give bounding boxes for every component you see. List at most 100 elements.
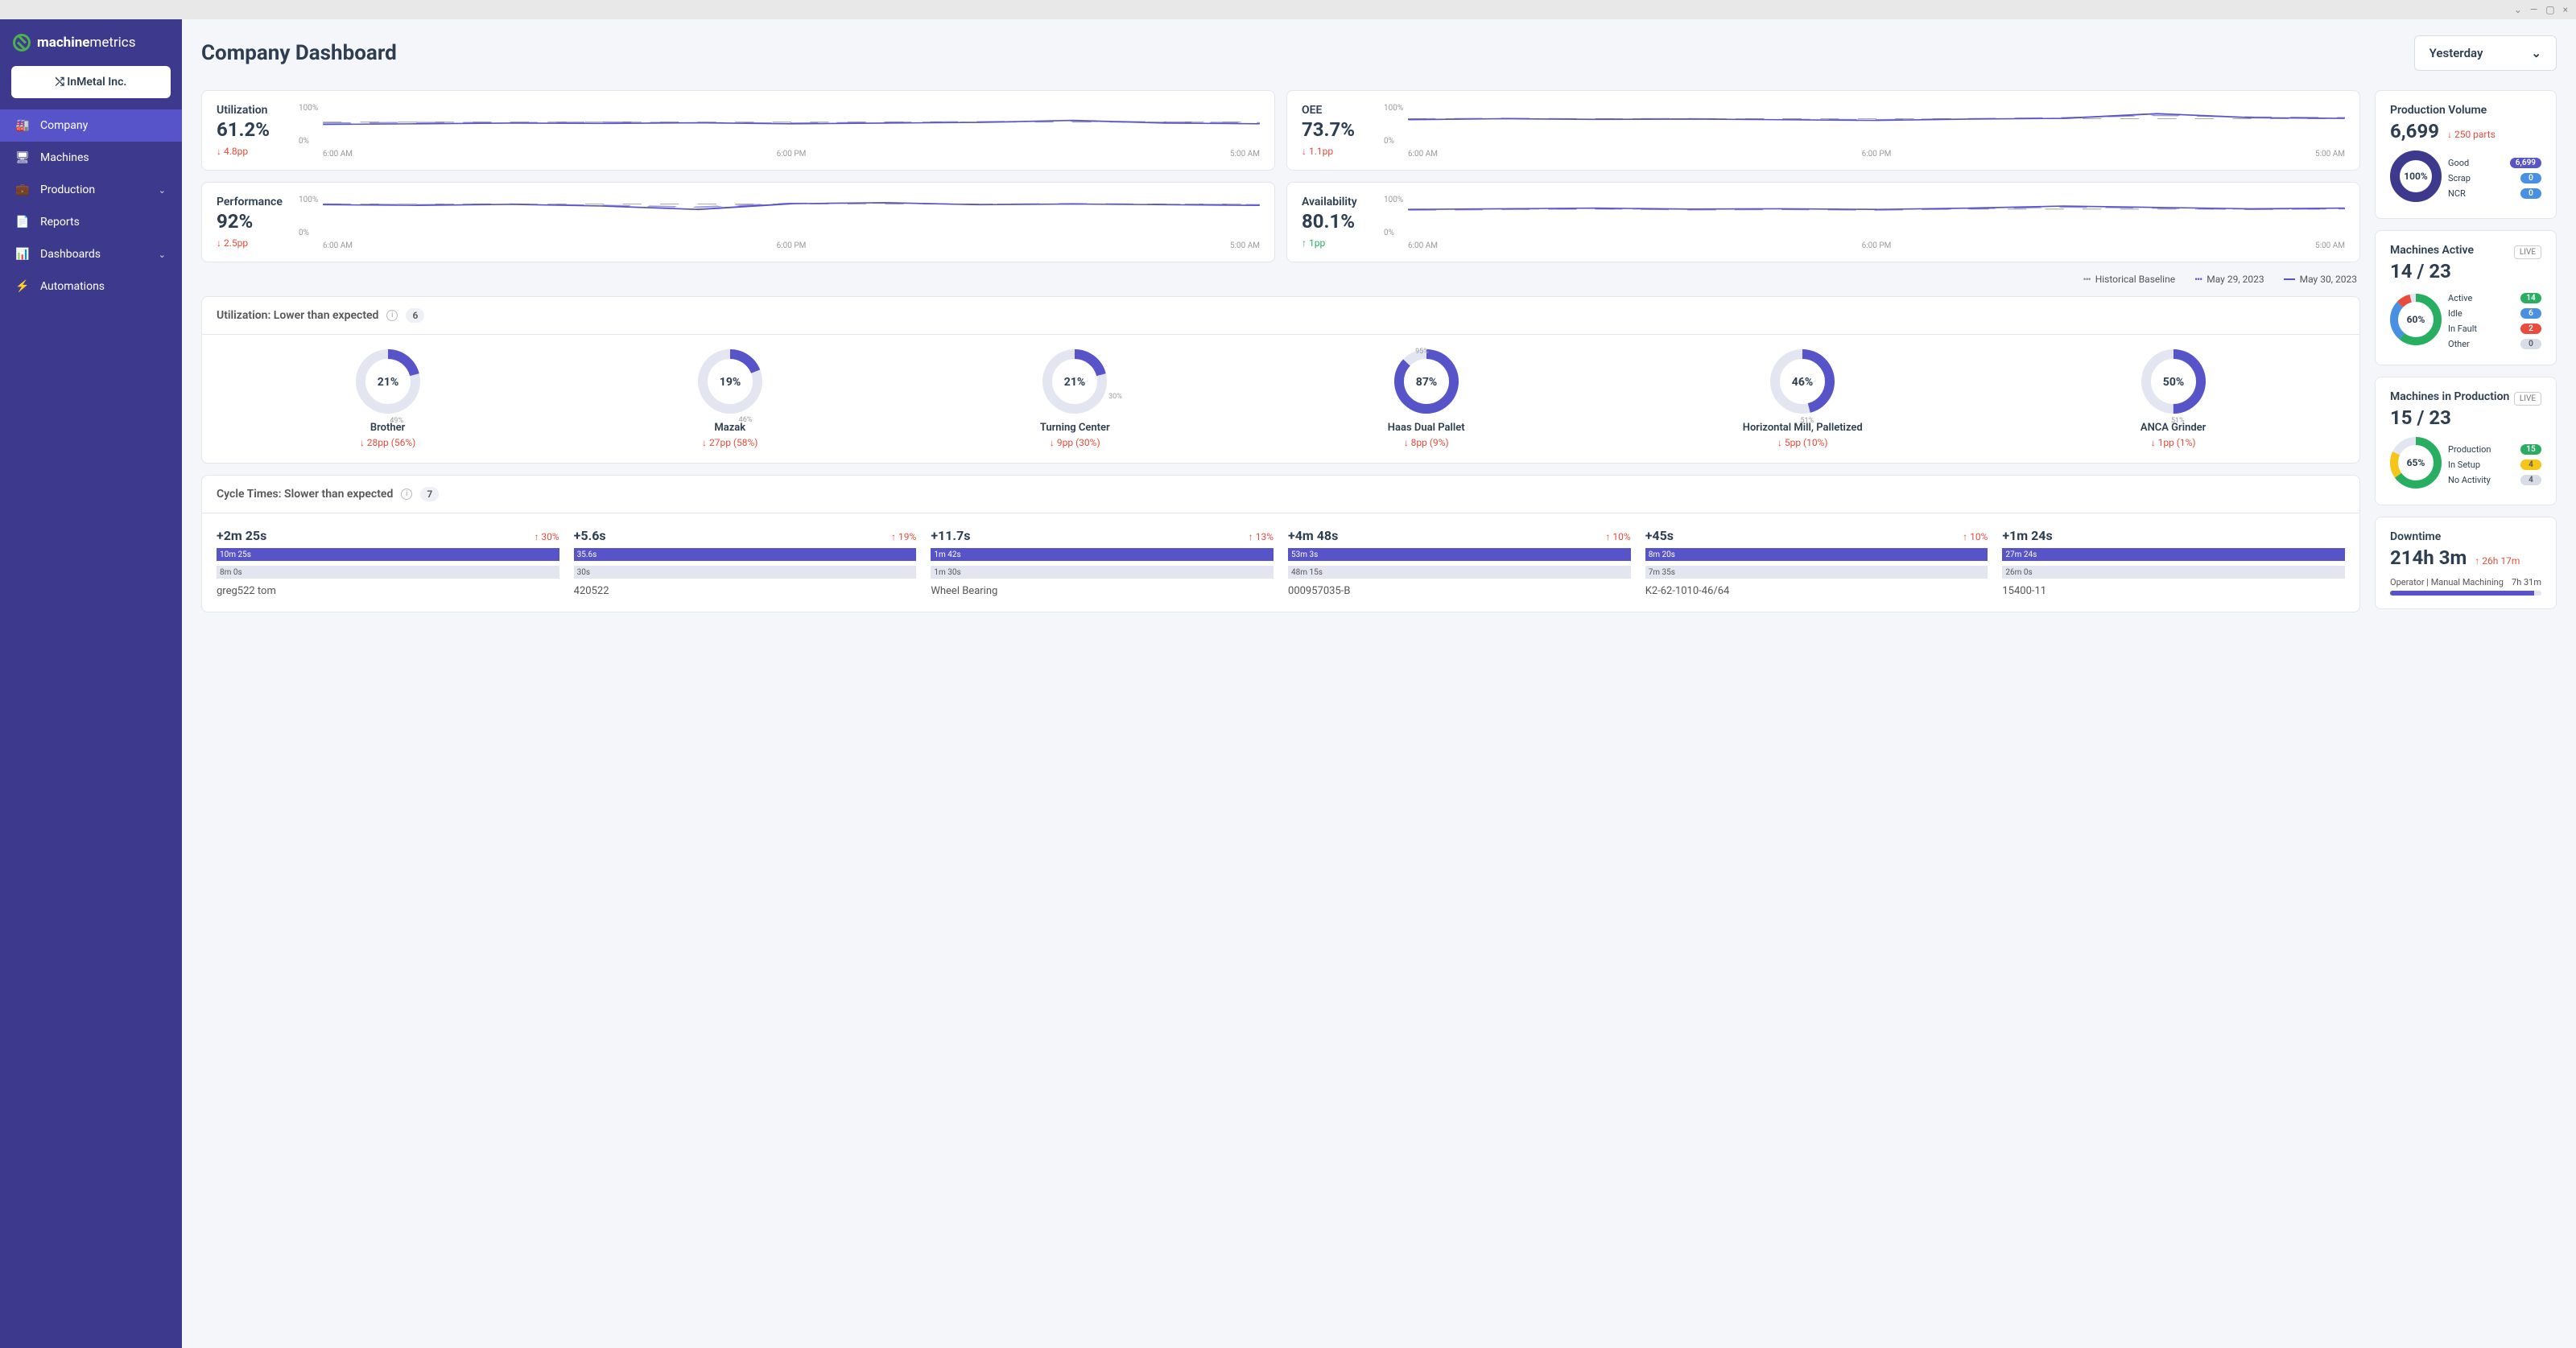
company-selector-button[interactable]: ⤭ InMetal Inc. — [11, 66, 171, 98]
bars-icon: 📊 — [16, 248, 29, 261]
cycle-delta-pct: ↑ 19% — [891, 531, 916, 542]
production-volume-card[interactable]: Production Volume 6,699↓ 250 parts 100% … — [2375, 90, 2557, 219]
legend-pill: 0 — [2520, 173, 2541, 183]
machines-active-card[interactable]: Machines ActiveLIVE 14 / 23 60% Active14… — [2375, 230, 2557, 365]
legend-pill: 4 — [2520, 475, 2541, 485]
date-range-label: Yesterday — [2429, 46, 2483, 60]
util-donut-item[interactable]: 46% 51% Horizontal Mill, Palletized ↓ 5p… — [1743, 349, 1863, 448]
performance-card[interactable]: Performance 92% ↓ 2.5pp 100% 0% 6:00 AM6… — [201, 182, 1275, 262]
nav-label: Company — [40, 119, 88, 132]
cycle-times-panel: Cycle Times: Slower than expected i 7 +2… — [201, 475, 2360, 612]
bolt-icon: ⚡ — [16, 280, 29, 293]
sidebar-item-production[interactable]: 💼Production⌄ — [0, 174, 182, 206]
util-delta: ↓ 27pp (58%) — [698, 437, 762, 448]
machine-icon: 🖥 — [16, 151, 29, 164]
briefcase-icon: 💼 — [16, 183, 29, 196]
cycle-expected-bar: 26m 0s — [2002, 566, 2345, 579]
cycle-delta-value: +1m 24s — [2002, 528, 2052, 543]
machines-production-title: Machines in Production — [2390, 390, 2509, 403]
legend-row: No Activity4 — [2448, 472, 2541, 488]
util-donut-item[interactable]: 87% 95% Haas Dual Pallet ↓ 8pp (9%) — [1388, 349, 1465, 448]
chevron-down-icon: ⌄ — [2531, 46, 2541, 60]
cycle-actual-bar: 8m 20s — [1645, 548, 1988, 561]
nav-label: Dashboards — [40, 248, 101, 261]
date-range-picker[interactable]: Yesterday ⌄ — [2414, 35, 2557, 71]
utilization-value: 61.2% — [217, 118, 291, 141]
cycle-delta-pct: ↑ 30% — [534, 531, 559, 542]
cycle-delta-pct: ↑ 10% — [1963, 531, 1988, 542]
live-badge: LIVE — [2514, 245, 2541, 259]
legend-pill: 15 — [2520, 444, 2541, 455]
util-donut-item[interactable]: 21% 30% Turning Center ↓ 9pp (30%) — [1040, 349, 1110, 448]
info-icon[interactable]: i — [401, 488, 412, 500]
cycle-part-name: Wheel Bearing — [931, 585, 1274, 597]
cycle-time-item[interactable]: +11.7s ↑ 13% 1m 42s 1m 30s Wheel Bearing — [931, 528, 1274, 597]
cycle-delta-value: +45s — [1645, 528, 1674, 543]
sidebar-item-dashboards[interactable]: 📊Dashboards⌄ — [0, 238, 182, 270]
svg-text:65%: 65% — [2407, 457, 2425, 468]
util-donut-item[interactable]: 19% 46% Mazak ↓ 27pp (58%) — [698, 349, 762, 448]
legend-pill: 0 — [2520, 339, 2541, 349]
window-maximize-icon[interactable]: ▢ — [2545, 4, 2554, 15]
legend-row: In Fault2 — [2448, 321, 2541, 336]
nav-label: Reports — [40, 216, 80, 229]
factory-icon: 🏭 — [16, 119, 29, 132]
cycle-time-item[interactable]: +2m 25s ↑ 30% 10m 25s 8m 0s greg522 tom — [217, 528, 559, 597]
svg-text:100%: 100% — [2404, 171, 2428, 182]
cycle-time-item[interactable]: +5.6s ↑ 19% 35.6s 30s 420522 — [574, 528, 917, 597]
page-title: Company Dashboard — [201, 41, 397, 65]
target-tick: 46% — [739, 416, 753, 424]
legend-curr-date[interactable]: May 30, 2023 — [2284, 274, 2357, 285]
legend-pill: 14 — [2520, 293, 2541, 303]
chart-legend: •••Historical Baseline •••May 29, 2023 M… — [201, 274, 2360, 285]
legend-row: Idle6 — [2448, 306, 2541, 321]
util-donut-item[interactable]: 50% 51% ANCA Grinder ↓ 1pp (1%) — [2140, 349, 2206, 448]
cycle-part-name: 420522 — [574, 585, 917, 597]
availability-value: 80.1% — [1302, 210, 1376, 233]
production-volume-delta: ↓ 250 parts — [2447, 129, 2496, 140]
cycle-actual-bar: 27m 24s — [2002, 548, 2345, 561]
brand-name: machinemetrics — [37, 35, 135, 51]
cycle-delta-value: +11.7s — [931, 528, 970, 543]
downtime-card[interactable]: Downtime 214h 3m↑ 26h 17m Operator | Man… — [2375, 517, 2557, 609]
sidebar-item-reports[interactable]: 📄Reports — [0, 206, 182, 238]
window-minimize-icon[interactable]: — — [2530, 4, 2537, 15]
legend-pill: 6 — [2520, 308, 2541, 319]
cycle-delta-value: +4m 48s — [1288, 528, 1338, 543]
svg-text:21%: 21% — [377, 376, 398, 389]
target-tick: 49% — [390, 417, 403, 425]
util-donut-item[interactable]: 21% 49% Brother ↓ 28pp (56%) — [356, 349, 420, 448]
availability-card[interactable]: Availability 80.1% ↑ 1pp 100% 0% 6:00 AM… — [1286, 182, 2360, 262]
sidebar-item-machines[interactable]: 🖥Machines — [0, 142, 182, 174]
cycle-time-item[interactable]: +45s ↑ 10% 8m 20s 7m 35s K2-62-1010-46/6… — [1645, 528, 1988, 597]
cycle-delta-value: +5.6s — [574, 528, 606, 543]
window-menu-icon[interactable]: ⌄ — [2514, 4, 2522, 15]
svg-text:46%: 46% — [1792, 376, 1813, 389]
downtime-delta: ↑ 26h 17m — [2475, 555, 2520, 567]
oee-card[interactable]: OEE 73.7% ↓ 1.1pp 100% 0% 6:00 AM6:00 PM… — [1286, 90, 2360, 171]
cycle-part-name: K2-62-1010-46/64 — [1645, 585, 1988, 597]
legend-row: Good6,699 — [2448, 155, 2541, 171]
cycle-time-item[interactable]: +1m 24s 27m 24s 26m 0s 15400-11 — [2002, 528, 2345, 597]
legend-pill: 2 — [2520, 324, 2541, 334]
cycle-count-badge: 7 — [420, 487, 439, 501]
machines-production-card[interactable]: Machines in ProductionLIVE 15 / 23 65% P… — [2375, 377, 2557, 505]
legend-baseline[interactable]: •••Historical Baseline — [2083, 274, 2176, 285]
target-tick: 30% — [1108, 393, 1122, 401]
sidebar-item-company[interactable]: 🏭 Company — [0, 109, 182, 142]
machine-name: Mazak — [698, 422, 762, 434]
performance-label: Performance — [217, 196, 291, 208]
legend-pill: 6,699 — [2510, 158, 2541, 168]
info-icon[interactable]: i — [386, 310, 398, 321]
svg-text:19%: 19% — [720, 376, 741, 389]
target-tick: 51% — [1800, 417, 1814, 425]
live-badge: LIVE — [2514, 392, 2541, 406]
cycle-part-name: 15400-11 — [2002, 585, 2345, 597]
legend-prev-date[interactable]: •••May 29, 2023 — [2194, 274, 2264, 285]
cycle-part-name: greg522 tom — [217, 585, 559, 597]
utilization-card[interactable]: Utilization 61.2% ↓ 4.8pp 100% 0% 6:00 A… — [201, 90, 1275, 171]
cycle-time-item[interactable]: +4m 48s ↑ 10% 53m 3s 48m 15s 000957035-B — [1288, 528, 1631, 597]
shuffle-icon: ⤭ — [56, 76, 64, 89]
window-close-icon[interactable]: × — [2563, 4, 2568, 15]
sidebar-item-automations[interactable]: ⚡Automations — [0, 270, 182, 303]
